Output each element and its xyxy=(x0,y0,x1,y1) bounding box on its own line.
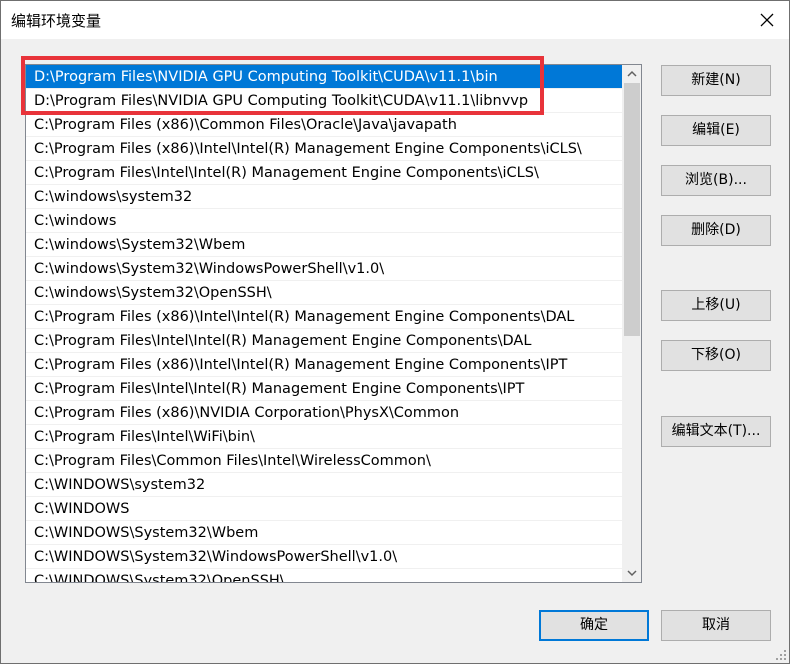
list-item[interactable]: C:\WINDOWS\system32 xyxy=(26,473,622,497)
list-item[interactable]: C:\Program Files (x86)\Intel\Intel(R) Ma… xyxy=(26,305,622,329)
list-item[interactable]: C:\WINDOWS\System32\Wbem xyxy=(26,521,622,545)
edit-text-button[interactable]: 编辑文本(T)... xyxy=(661,416,771,447)
list-item[interactable]: C:\WINDOWS\System32\OpenSSH\ xyxy=(26,569,622,582)
list-item[interactable]: D:\Program Files\NVIDIA GPU Computing To… xyxy=(26,89,622,113)
close-button[interactable] xyxy=(749,3,785,37)
chevron-down-icon xyxy=(627,570,637,577)
chevron-up-icon xyxy=(627,70,637,77)
ok-button[interactable]: 确定 xyxy=(539,610,649,641)
move-down-button[interactable]: 下移(O) xyxy=(661,340,771,371)
edit-environment-variable-dialog: 编辑环境变量 D:\Program Files\NVIDIA GPU Compu… xyxy=(0,0,790,664)
list-item[interactable]: C:\Program Files (x86)\Intel\Intel(R) Ma… xyxy=(26,353,622,377)
list-item[interactable]: C:\windows\System32\Wbem xyxy=(26,233,622,257)
path-list[interactable]: D:\Program Files\NVIDIA GPU Computing To… xyxy=(25,64,642,583)
edit-button[interactable]: 编辑(E) xyxy=(661,115,771,146)
cancel-button[interactable]: 取消 xyxy=(661,610,771,641)
list-item[interactable]: C:\windows\System32\WindowsPowerShell\v1… xyxy=(26,257,622,281)
list-item[interactable]: C:\Program Files\Intel\Intel(R) Manageme… xyxy=(26,377,622,401)
scrollbar-thumb[interactable] xyxy=(624,83,640,336)
path-list-items: D:\Program Files\NVIDIA GPU Computing To… xyxy=(26,65,622,582)
list-item[interactable]: C:\windows\System32\OpenSSH\ xyxy=(26,281,622,305)
list-item[interactable]: C:\Program Files (x86)\NVIDIA Corporatio… xyxy=(26,401,622,425)
list-item[interactable]: C:\WINDOWS\System32\WindowsPowerShell\v1… xyxy=(26,545,622,569)
list-item[interactable]: C:\Program Files\Intel\WiFi\bin\ xyxy=(26,425,622,449)
title-bar[interactable]: 编辑环境变量 xyxy=(1,1,789,39)
window-title: 编辑环境变量 xyxy=(11,12,102,30)
list-item[interactable]: C:\Program Files\Common Files\Intel\Wire… xyxy=(26,449,622,473)
move-up-button[interactable]: 上移(U) xyxy=(661,290,771,321)
delete-button[interactable]: 删除(D) xyxy=(661,215,771,246)
scroll-up-button[interactable] xyxy=(623,65,641,82)
new-button[interactable]: 新建(N) xyxy=(661,65,771,96)
list-item[interactable]: C:\Program Files (x86)\Common Files\Orac… xyxy=(26,113,622,137)
resize-grip-icon[interactable] xyxy=(775,649,787,661)
list-item[interactable]: C:\WINDOWS xyxy=(26,497,622,521)
vertical-scrollbar[interactable] xyxy=(622,65,641,582)
list-item[interactable]: C:\windows xyxy=(26,209,622,233)
list-item[interactable]: C:\Program Files (x86)\Intel\Intel(R) Ma… xyxy=(26,137,622,161)
list-item[interactable]: D:\Program Files\NVIDIA GPU Computing To… xyxy=(26,65,622,89)
scroll-down-button[interactable] xyxy=(623,565,641,582)
close-icon xyxy=(760,13,774,27)
list-item[interactable]: C:\Program Files\Intel\Intel(R) Manageme… xyxy=(26,161,622,185)
list-item[interactable]: C:\windows\system32 xyxy=(26,185,622,209)
list-item[interactable]: C:\Program Files\Intel\Intel(R) Manageme… xyxy=(26,329,622,353)
browse-button[interactable]: 浏览(B)... xyxy=(661,165,771,196)
